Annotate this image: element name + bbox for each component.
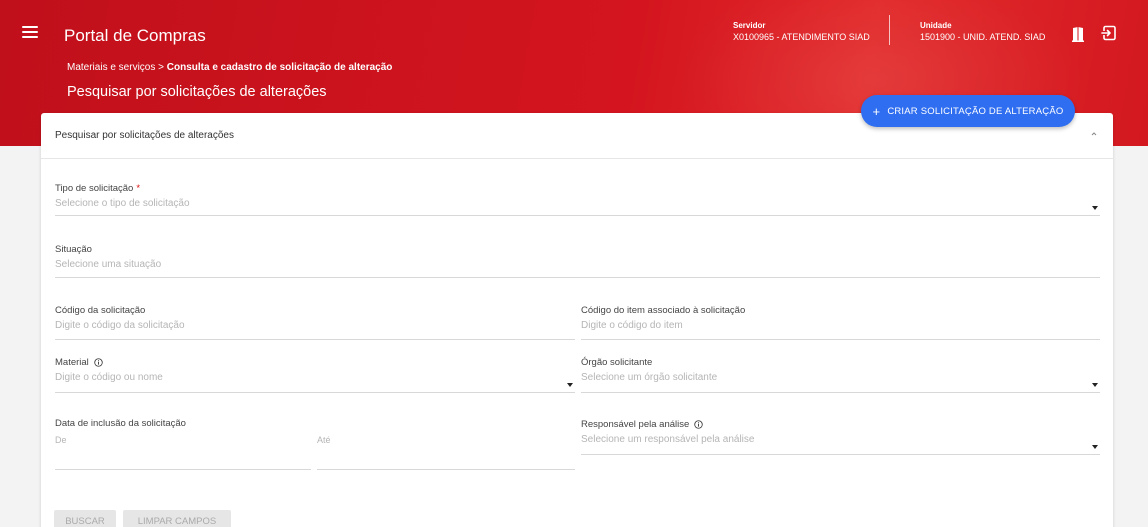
request-code-label: Código da solicitação bbox=[55, 305, 146, 316]
servidor-info: Servidor X0100965 - ATENDIMENTO SIAD bbox=[733, 21, 870, 43]
search-button[interactable]: BUSCAR bbox=[54, 510, 116, 527]
caret-down-icon bbox=[1092, 383, 1098, 387]
menu-icon[interactable] bbox=[22, 26, 38, 38]
caret-down-icon bbox=[567, 383, 573, 387]
status-placeholder: Selecione uma situação bbox=[55, 259, 162, 270]
material-placeholder: Digite o código ou nome bbox=[55, 372, 163, 383]
date-from-input[interactable]: De bbox=[55, 435, 311, 470]
material-autocomplete[interactable]: Material Digite o código ou nome bbox=[55, 357, 575, 393]
page-title: Pesquisar por solicitações de alterações bbox=[67, 84, 327, 100]
request-code-input[interactable]: Código da solicitação Digite o código da… bbox=[55, 305, 575, 340]
material-label: Material bbox=[55, 357, 89, 368]
unidade-label: Unidade bbox=[920, 21, 952, 30]
requesting-agency-select[interactable]: Órgão solicitante Selecione um órgão sol… bbox=[581, 357, 1100, 393]
date-to-input[interactable]: Até bbox=[317, 435, 575, 470]
analyst-label: Responsável pela análise bbox=[581, 419, 690, 430]
analyst-select[interactable]: Responsável pela análise Selecione um re… bbox=[581, 419, 1100, 455]
chevron-up-icon[interactable] bbox=[1089, 130, 1099, 138]
header-divider bbox=[889, 15, 890, 45]
breadcrumb-separator: > bbox=[155, 62, 167, 73]
servidor-value: X0100965 - ATENDIMENTO SIAD bbox=[733, 32, 870, 42]
analyst-label-row: Responsável pela análise bbox=[581, 419, 1100, 430]
requesting-agency-underline bbox=[581, 392, 1100, 393]
item-code-input[interactable]: Código do item associado à solicitação D… bbox=[581, 305, 1100, 340]
plus-icon: + bbox=[872, 103, 881, 119]
info-icon[interactable] bbox=[94, 358, 103, 367]
clear-fields-button[interactable]: LIMPAR CAMPOS bbox=[123, 510, 231, 527]
create-request-label: CRIAR SOLICITAÇÃO DE ALTERAÇÃO bbox=[887, 105, 1064, 117]
analyst-placeholder: Selecione um responsável pela análise bbox=[581, 434, 755, 445]
caret-down-icon bbox=[1092, 445, 1098, 449]
material-label-row: Material bbox=[55, 357, 575, 368]
status-select[interactable]: Situação Selecione uma situação bbox=[55, 244, 1100, 278]
material-underline bbox=[55, 392, 575, 393]
date-from-underline bbox=[55, 469, 311, 470]
breadcrumb-parent[interactable]: Materiais e serviços bbox=[67, 62, 155, 73]
top-bar: Portal de Compras Servidor X0100965 - AT… bbox=[0, 0, 1148, 54]
request-type-label: Tipo de solicitação bbox=[55, 183, 134, 194]
caret-down-icon bbox=[1092, 206, 1098, 210]
inclusion-date-label: Data de inclusão da solicitação bbox=[55, 418, 186, 429]
request-code-underline bbox=[55, 339, 575, 340]
exit-icon[interactable] bbox=[1101, 25, 1117, 41]
item-code-underline bbox=[581, 339, 1100, 340]
analyst-underline bbox=[581, 454, 1100, 455]
item-code-label: Código do item associado à solicitação bbox=[581, 305, 746, 316]
search-card: Pesquisar por solicitações de alterações… bbox=[41, 113, 1113, 527]
info-icon[interactable] bbox=[694, 420, 703, 429]
breadcrumb-current: Consulta e cadastro de solicitação de al… bbox=[166, 62, 393, 73]
create-request-button[interactable]: + CRIAR SOLICITAÇÃO DE ALTERAÇÃO bbox=[861, 95, 1075, 127]
item-code-placeholder: Digite o código do item bbox=[581, 320, 683, 331]
requesting-agency-placeholder: Selecione um órgão solicitante bbox=[581, 372, 718, 383]
door-icon[interactable] bbox=[1072, 26, 1084, 42]
status-underline bbox=[55, 277, 1100, 278]
request-code-placeholder: Digite o código da solicitação bbox=[55, 320, 185, 331]
date-from-placeholder: De bbox=[55, 435, 67, 445]
servidor-label: Servidor bbox=[733, 21, 766, 30]
unidade-info: Unidade 1501900 - UNID. ATEND. SIAD bbox=[920, 21, 1045, 43]
status-label: Situação bbox=[55, 244, 92, 255]
requesting-agency-label: Órgão solicitante bbox=[581, 357, 653, 368]
request-type-select[interactable]: Tipo de solicitação * Selecione o tipo d… bbox=[55, 183, 1100, 216]
app-title: Portal de Compras bbox=[64, 26, 206, 45]
card-title: Pesquisar por solicitações de alterações bbox=[55, 130, 234, 141]
request-type-underline bbox=[55, 215, 1100, 216]
unidade-value: 1501900 - UNID. ATEND. SIAD bbox=[920, 32, 1046, 42]
required-mark: * bbox=[136, 183, 141, 194]
request-type-placeholder: Selecione o tipo de solicitação bbox=[55, 198, 190, 209]
date-to-underline bbox=[317, 469, 575, 470]
breadcrumb: Materiais e serviços > Consulta e cadast… bbox=[67, 62, 392, 73]
request-type-label-row: Tipo de solicitação * bbox=[55, 183, 1100, 194]
date-to-placeholder: Até bbox=[317, 435, 331, 445]
